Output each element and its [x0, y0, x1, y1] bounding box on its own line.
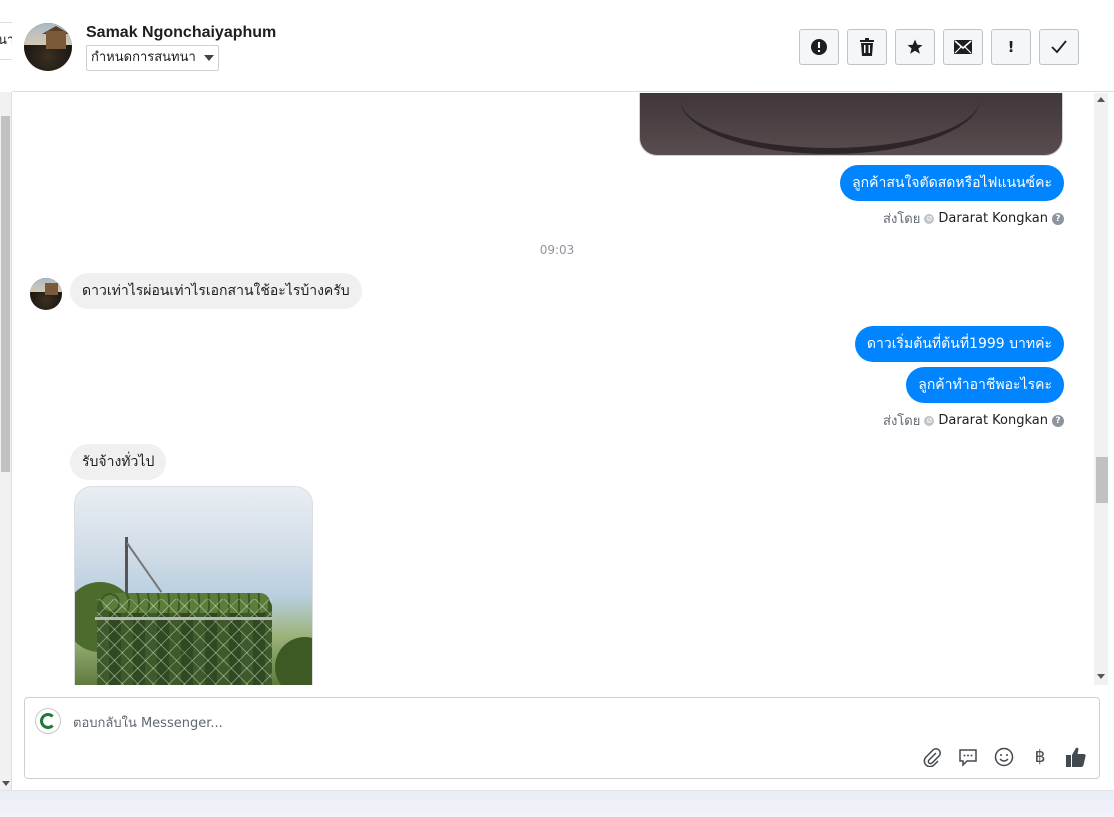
mail-icon [954, 40, 972, 54]
scroll-up-icon[interactable] [1097, 97, 1105, 102]
sent-by-label: ส่งโดย [883, 414, 921, 429]
like-button[interactable] [1065, 746, 1087, 768]
delete-button[interactable] [847, 29, 887, 65]
outgoing-message[interactable]: ดาวเริ่มต้นที่ต้นที่1999 บาทค่ะ [854, 326, 1064, 362]
star-button[interactable] [895, 29, 935, 65]
header-actions: ! [799, 29, 1079, 65]
reply-composer[interactable]: ตอบกลับใน Messenger... ฿ [24, 697, 1100, 779]
sent-by-label: ส่งโดย [883, 212, 921, 227]
thread-scrollbar[interactable] [1094, 93, 1108, 685]
like-icon [1066, 747, 1086, 767]
follow-up-icon: ! [1007, 38, 1015, 56]
agent-badge-icon: ⊘ [924, 415, 935, 426]
emoji-icon [994, 747, 1014, 767]
emoji-button[interactable] [993, 746, 1015, 768]
scroll-down-icon[interactable] [1097, 674, 1105, 679]
outgoing-message[interactable]: ลูกค้าทำอาชีพอะไรคะ [906, 367, 1064, 403]
left-scroll-down-icon[interactable] [2, 781, 10, 786]
composer-tools: ฿ [921, 746, 1087, 768]
mark-unread-button[interactable] [943, 29, 983, 65]
trash-icon [860, 38, 874, 56]
inbox-app: นา Samak Ngonchaiyaphum กำหนดการสนทนา [0, 0, 1114, 817]
contact-avatar[interactable] [24, 23, 72, 71]
assign-conversation-label: กำหนดการสนทนา [91, 50, 196, 65]
incoming-message[interactable]: ดาวเท่าไรผ่อนเท่าไรเอกสานใช้อะไรบ้างครับ [70, 273, 362, 309]
thread-scrollbar-thumb[interactable] [1096, 457, 1108, 503]
saved-reply-button[interactable] [957, 746, 979, 768]
saved-reply-icon [959, 749, 977, 767]
sent-by-line: ส่งโดย ⊘ Dararat Kongkan ? [883, 208, 1064, 229]
sent-by-line: ส่งโดย ⊘ Dararat Kongkan ? [883, 410, 1064, 431]
message-image-attachment[interactable] [639, 93, 1063, 156]
baht-icon: ฿ [1034, 747, 1046, 767]
incoming-message[interactable]: รับจ้างทั่วไป [70, 444, 167, 480]
agent-badge-icon: ⊘ [924, 213, 935, 224]
check-icon [1051, 40, 1067, 54]
conversation-header: Samak Ngonchaiyaphum กำหนดการสนทนา ! [12, 0, 1114, 92]
follow-up-button[interactable]: ! [991, 29, 1031, 65]
window-bottom-strip [0, 790, 1114, 817]
help-icon[interactable]: ? [1052, 414, 1064, 427]
mark-done-button[interactable] [1039, 29, 1079, 65]
assign-conversation-dropdown[interactable]: กำหนดการสนทนา [86, 45, 219, 71]
agent-name[interactable]: Dararat Kongkan [938, 211, 1048, 226]
message-timestamp: 09:03 [539, 243, 575, 257]
left-scrollbar[interactable] [0, 92, 12, 790]
payment-button[interactable]: ฿ [1029, 746, 1051, 768]
reply-input[interactable]: ตอบกลับใน Messenger... [73, 712, 223, 733]
paperclip-icon [923, 748, 941, 767]
contact-name[interactable]: Samak Ngonchaiyaphum [86, 24, 276, 42]
page-avatar [35, 708, 61, 734]
left-scrollbar-thumb[interactable] [1, 116, 10, 472]
contact-avatar-small[interactable] [30, 278, 62, 310]
incoming-photo-attachment[interactable] [74, 486, 313, 685]
help-icon[interactable]: ? [1052, 212, 1064, 225]
star-icon [907, 39, 923, 54]
attach-button[interactable] [921, 746, 943, 768]
spam-icon [811, 39, 827, 55]
message-thread[interactable]: ลูกค้าสนใจตัดสดหรือไฟแนนซ์คะ ส่งโดย ⊘ Da… [12, 93, 1094, 685]
agent-name[interactable]: Dararat Kongkan [938, 413, 1048, 428]
outgoing-message[interactable]: ลูกค้าสนใจตัดสดหรือไฟแนนซ์คะ [840, 165, 1064, 201]
caret-down-icon [203, 55, 214, 61]
mark-spam-button[interactable] [799, 29, 839, 65]
